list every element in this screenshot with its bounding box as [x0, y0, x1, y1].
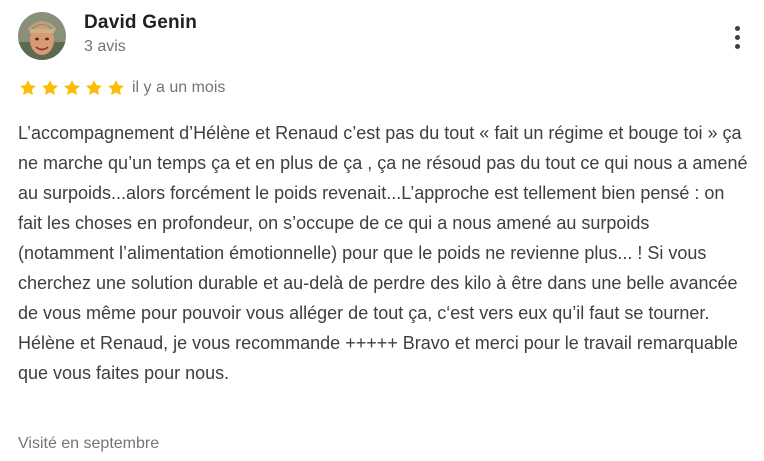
author-avatar[interactable] — [18, 12, 66, 60]
more-vert-icon-dot — [734, 43, 740, 49]
avatar-image — [18, 12, 66, 60]
visit-info: Visité en septembre — [18, 435, 160, 452]
more-vert-icon — [734, 25, 740, 31]
more-options-button[interactable] — [722, 20, 752, 54]
review-card: David Genin 3 avis il y a un mois L’acco… — [0, 0, 764, 461]
star-filled-icon — [64, 80, 80, 96]
star-rating — [18, 78, 126, 98]
star-filled-icon — [20, 80, 36, 96]
star-filled-icon — [108, 80, 124, 96]
author-name[interactable]: David Genin — [84, 12, 197, 34]
star-filled-icon — [86, 80, 102, 96]
review-text: L’accompagnement d’Hélène et Renaud c’es… — [18, 123, 748, 383]
author-review-count[interactable]: 3 avis — [84, 38, 126, 56]
review-date: il y a un mois — [132, 79, 226, 96]
more-vert-icon-dot — [734, 34, 740, 40]
star-filled-icon — [42, 80, 58, 96]
